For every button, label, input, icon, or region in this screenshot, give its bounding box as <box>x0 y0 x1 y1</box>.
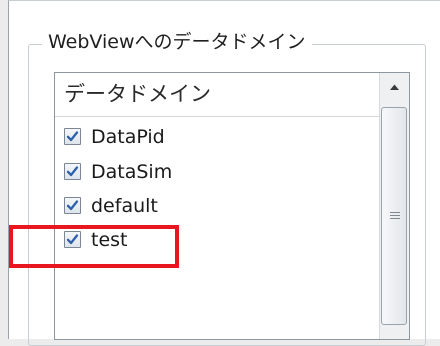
checkmark-icon <box>66 200 79 211</box>
checkmark-icon <box>66 131 79 142</box>
triangle-up-icon <box>390 84 399 90</box>
scroll-thumb[interactable] <box>381 107 407 325</box>
item-label-datasim: DataSim <box>91 161 173 183</box>
item-label-datapid: DataPid <box>91 126 165 148</box>
domain-list[interactable]: データドメイン DataPid DataSim default test <box>54 72 410 340</box>
checkbox-datapid[interactable] <box>64 128 81 145</box>
header-divider <box>55 116 379 117</box>
highlight-box <box>9 225 179 268</box>
vertical-scrollbar[interactable] <box>379 73 409 339</box>
list-item-datapid[interactable]: DataPid <box>64 125 364 151</box>
item-label-default: default <box>91 195 158 217</box>
checkbox-default[interactable] <box>64 197 81 214</box>
list-item-default[interactable]: default <box>64 194 364 220</box>
checkmark-icon <box>66 166 79 177</box>
list-item-datasim[interactable]: DataSim <box>64 160 364 186</box>
scroll-up-button[interactable] <box>382 75 407 100</box>
group-title: WebViewへのデータドメイン <box>42 28 312 56</box>
checkbox-datasim[interactable] <box>64 163 81 180</box>
list-header: データドメイン <box>64 82 211 106</box>
